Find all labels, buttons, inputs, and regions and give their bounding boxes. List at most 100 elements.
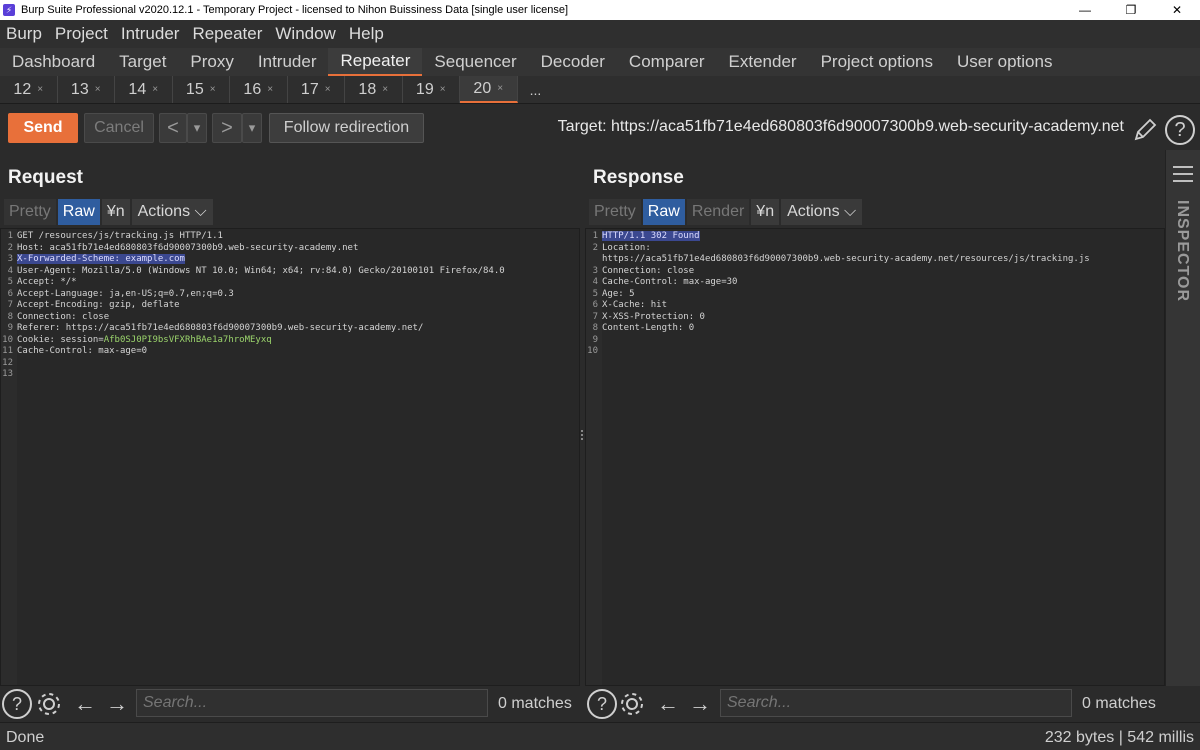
repeater-tab-16[interactable]: 16 × xyxy=(230,76,288,103)
menu-project[interactable]: Project xyxy=(55,24,108,44)
repeater-tab-label: 17 xyxy=(300,80,319,98)
main-tabs: Dashboard Target Proxy Intruder Repeater… xyxy=(0,48,1200,76)
repeater-tabs: 12 × 13 × 14 × 15 × 16 × 17 × 18 × 19 × 20 × ... xyxy=(0,76,1200,104)
code-line: 6 X-Cache: hit xyxy=(592,300,668,310)
close-tab-icon[interactable]: × xyxy=(152,84,158,95)
cancel-button[interactable]: Cancel xyxy=(84,113,154,143)
code-line: 7 Accept-Encoding: gzip, deflate xyxy=(7,300,180,310)
gear-icon[interactable] xyxy=(34,689,64,719)
follow-redirection-button[interactable]: Follow redirection xyxy=(269,113,424,143)
restore-button[interactable]: ❐ xyxy=(1108,0,1154,20)
help-icon[interactable]: ? xyxy=(1165,115,1195,145)
repeater-tab-12[interactable]: 12 × xyxy=(0,76,58,103)
tab-proxy[interactable]: Proxy xyxy=(178,48,245,76)
code-line: 5 Accept: */* xyxy=(7,277,77,287)
close-tab-icon[interactable]: × xyxy=(325,84,331,95)
response-raw-button[interactable]: Raw xyxy=(642,199,685,225)
burp-app-icon: ⚡ xyxy=(3,4,15,16)
code-line: 5 Age: 5 xyxy=(592,288,635,299)
response-actions-button[interactable]: Actions ⌵ xyxy=(781,199,863,225)
inspector-sidebar[interactable]: INSPECTOR xyxy=(1165,150,1200,686)
response-render-button[interactable]: Render xyxy=(686,199,750,225)
repeater-tab-label: 18 xyxy=(358,80,377,98)
target-url[interactable]: Target: https://aca51fb71e4ed680803f6d90… xyxy=(558,118,1124,136)
request-editor[interactable]: 1 GET /resources/js/tracking.js HTTP/1.1 … xyxy=(0,228,580,686)
send-button[interactable]: Send xyxy=(8,113,78,143)
next-match-arrow-icon[interactable]: → xyxy=(102,689,132,719)
help-icon[interactable]: ? xyxy=(2,689,32,719)
code-line: 2 Location: xyxy=(592,242,651,253)
close-tab-icon[interactable]: × xyxy=(382,84,388,95)
status-text: Done xyxy=(6,729,45,746)
response-newline-button[interactable]: ¥n xyxy=(751,199,780,225)
code-line-highlighted: 1 HTTP/1.1 302 Found xyxy=(592,231,700,241)
menu-window[interactable]: Window xyxy=(275,24,335,44)
response-search-input[interactable] xyxy=(720,689,1072,717)
response-editor[interactable]: 1 HTTP/1.1 302 Found 2 Location: https://a… xyxy=(585,228,1165,686)
menu-burp[interactable]: Burp xyxy=(6,24,42,44)
repeater-tab-17[interactable]: 17 × xyxy=(288,76,345,103)
request-actions-button[interactable]: Actions ⌵ xyxy=(131,199,213,225)
hamburger-icon[interactable] xyxy=(1173,166,1193,187)
tab-user-options[interactable]: User options xyxy=(945,48,1064,76)
response-search-bar: ? ← → 0 matches xyxy=(585,686,1165,722)
response-pretty-button[interactable]: Pretty xyxy=(589,199,641,225)
next-match-arrow-icon[interactable]: → xyxy=(685,689,715,719)
close-tab-icon[interactable]: × xyxy=(95,84,101,95)
code-line: 6 Accept-Language: ja,en-US;q=0.7,en;q=0.… xyxy=(7,288,234,299)
more-tabs-button[interactable]: ... xyxy=(518,76,554,103)
inspector-label[interactable]: INSPECTOR xyxy=(1173,200,1191,302)
tab-dashboard[interactable]: Dashboard xyxy=(0,48,107,76)
request-raw-button[interactable]: Raw xyxy=(57,199,100,225)
close-tab-icon[interactable]: × xyxy=(267,84,273,95)
tab-target[interactable]: Target xyxy=(107,48,178,76)
repeater-toolbar: Send Cancel < ▾ > ▾ Follow redirection T… xyxy=(0,104,1200,150)
tab-extender[interactable]: Extender xyxy=(717,48,809,76)
menu-intruder[interactable]: Intruder xyxy=(121,24,180,44)
repeater-tab-15[interactable]: 15 × xyxy=(173,76,230,103)
menu-repeater[interactable]: Repeater xyxy=(192,24,262,44)
help-icon[interactable]: ? xyxy=(587,689,617,719)
forward-button[interactable]: > xyxy=(212,113,242,143)
repeater-tab-20[interactable]: 20 × xyxy=(460,76,518,103)
close-button[interactable]: ✕ xyxy=(1154,0,1200,20)
gear-icon[interactable] xyxy=(617,689,647,719)
repeater-tab-18[interactable]: 18 × xyxy=(345,76,403,103)
request-match-count: 0 matches xyxy=(498,695,572,712)
response-size-time: 232 bytes | 542 millis xyxy=(1044,729,1194,746)
request-search-bar: ? ← → 0 matches xyxy=(0,686,580,722)
response-panel: Response Pretty Raw Render ¥n Actions ⌵ … xyxy=(585,150,1165,686)
back-history-dropdown[interactable]: ▾ xyxy=(187,113,207,143)
close-tab-icon[interactable]: × xyxy=(497,83,503,94)
repeater-tab-13[interactable]: 13 × xyxy=(58,76,115,103)
back-button[interactable]: < xyxy=(159,113,187,143)
menu-bar: Burp Project Intruder Repeater Window He… xyxy=(0,20,1200,48)
burp-suite-window: ⚡ Burp Suite Professional v2020.12.1 - T… xyxy=(0,0,1200,750)
previous-match-arrow-icon[interactable]: ← xyxy=(653,689,683,719)
close-tab-icon[interactable]: × xyxy=(37,84,43,95)
pencil-icon[interactable] xyxy=(1132,117,1158,143)
close-tab-icon[interactable]: × xyxy=(440,84,446,95)
previous-match-arrow-icon[interactable]: ← xyxy=(70,689,100,719)
tab-repeater[interactable]: Repeater xyxy=(328,48,423,76)
repeater-tab-14[interactable]: 14 × xyxy=(115,76,173,103)
tab-project-options[interactable]: Project options xyxy=(809,48,945,76)
close-tab-icon[interactable]: × xyxy=(210,84,216,95)
tab-intruder[interactable]: Intruder xyxy=(246,48,329,76)
tab-sequencer[interactable]: Sequencer xyxy=(422,48,528,76)
request-pretty-button[interactable]: Pretty xyxy=(4,199,56,225)
request-search-input[interactable] xyxy=(136,689,488,717)
forward-history-dropdown[interactable]: ▾ xyxy=(242,113,262,143)
request-title: Request xyxy=(8,167,83,188)
tab-comparer[interactable]: Comparer xyxy=(617,48,717,76)
repeater-tab-label: 13 xyxy=(70,80,89,98)
menu-help[interactable]: Help xyxy=(349,24,384,44)
tab-decoder[interactable]: Decoder xyxy=(529,48,617,76)
repeater-tab-19[interactable]: 19 × xyxy=(403,76,460,103)
minimize-button[interactable]: — xyxy=(1062,0,1108,20)
code-line: 13 xyxy=(2,369,13,379)
title-bar: ⚡ Burp Suite Professional v2020.12.1 - T… xyxy=(0,0,1200,20)
request-newline-button[interactable]: ¥n xyxy=(101,199,130,225)
request-view-bar: Pretty Raw ¥n Actions ⌵ xyxy=(4,199,215,225)
repeater-tab-label: 12 xyxy=(13,80,32,98)
